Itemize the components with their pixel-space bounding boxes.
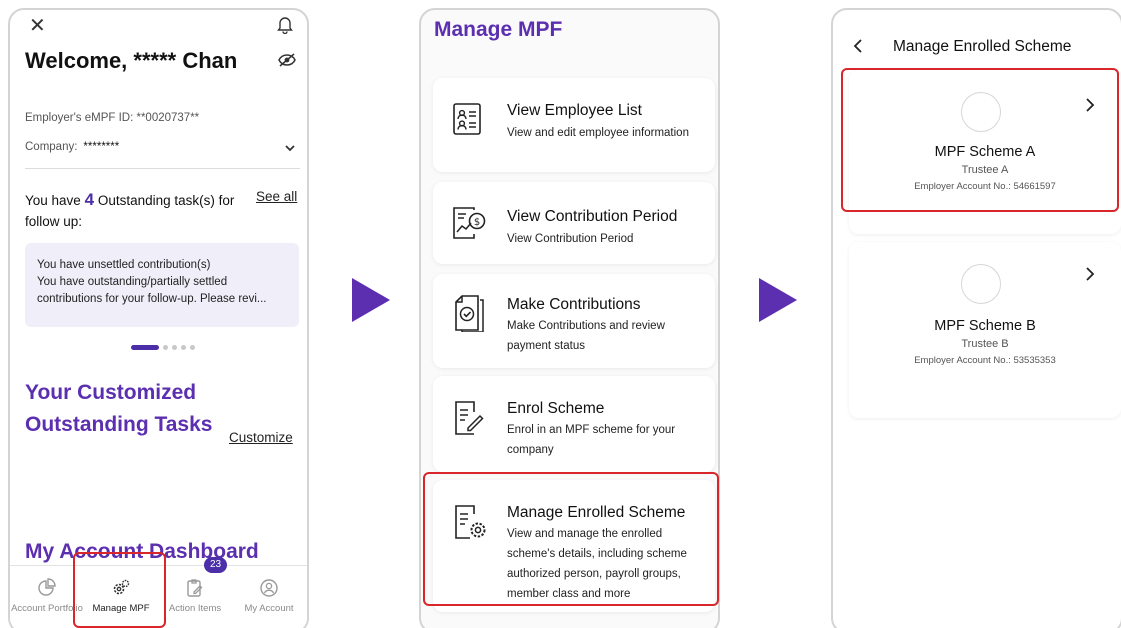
scheme-account-number: Employer Account No.: 53535353 [914,355,1056,366]
tab-label: Action Items [168,603,222,614]
enrol-scheme-icon [450,398,488,443]
pie-chart-icon [38,578,56,596]
carousel-dot[interactable] [181,345,186,351]
bell-icon[interactable] [276,14,294,39]
see-all-link[interactable]: See all [256,189,297,204]
highlight-box [423,472,719,606]
menu-item-title: View Contribution Period [507,208,678,225]
chevron-right-icon [1085,266,1095,287]
customize-link[interactable]: Customize [229,430,293,445]
scheme-logo-placeholder [961,264,1001,304]
menu-item-make-contributions[interactable]: Make Contributions Make Contributions an… [433,274,715,368]
menu-item-desc: Enrol in an MPF scheme for your company [507,424,676,456]
task-notice-card[interactable]: You have unsettled contribution(s) You h… [25,243,299,327]
page-title: Manage Enrolled Scheme [893,38,1072,55]
tab-label: My Account [244,603,294,614]
menu-item-title: View Employee List [507,102,642,119]
page-title: Manage MPF [434,18,563,41]
user-circle-icon [260,579,278,597]
tab-my-account[interactable]: My Account [232,566,306,628]
company-value: ******** [83,141,120,153]
scheme-name: MPF Scheme B [934,318,1036,334]
carousel-dot[interactable] [190,345,195,351]
welcome-heading: Welcome, ***** Chan [25,48,238,73]
flow-arrow-icon [759,278,797,322]
scheme-card[interactable]: MPF Scheme B Trustee B Employer Account … [849,242,1121,418]
company-select[interactable]: Company: ******** [25,141,300,169]
customized-tasks-title: Your Customized Outstanding Tasks [25,381,213,436]
company-label: Company: [25,141,78,153]
menu-item-view-contribution-period[interactable]: $ View Contribution Period View Contribu… [433,182,715,264]
flow-arrow-icon [352,278,390,322]
menu-item-title: Enrol Scheme [507,400,605,417]
back-chevron-icon[interactable] [852,37,864,60]
employee-list-icon [450,101,486,142]
svg-text:$: $ [474,217,480,228]
carousel-dot[interactable] [163,345,168,351]
carousel-dot-active[interactable] [131,345,159,351]
menu-item-enrol-scheme[interactable]: Enrol Scheme Enrol in an MPF scheme for … [433,376,715,472]
notice-line: You have unsettled contribution(s) [37,259,211,271]
action-items-badge: 23 [204,557,227,573]
employer-id: Employer's eMPF ID: **0020737** [25,112,200,124]
close-icon[interactable]: ✕ [29,16,46,36]
menu-item-view-employee-list[interactable]: View Employee List View and edit employe… [433,78,715,172]
highlight-box [841,68,1119,212]
scheme-trustee: Trustee B [961,338,1009,350]
menu-item-desc: View and edit employee information [507,127,689,139]
notice-line: contributions for your follow-up. Please… [37,293,267,305]
menu-item-desc: View Contribution Period [507,233,634,245]
clipboard-edit-icon [187,579,203,597]
notice-line: You have outstanding/partially settled [37,276,228,288]
contribution-period-icon: $ [450,204,488,247]
tasks-count: 4 [84,190,95,209]
carousel-dots[interactable] [131,339,199,357]
menu-item-desc: Make Contributions and review payment st… [507,320,665,352]
menu-item-title: Make Contributions [507,296,641,313]
tab-action-items[interactable]: Action Items [158,566,232,628]
highlight-box [73,552,166,628]
make-contribution-icon [450,292,488,337]
chevron-down-icon [284,143,296,155]
tasks-prefix: You have [25,193,81,208]
outstanding-tasks-summary: You have 4 Outstanding task(s) for follo… [25,189,240,232]
home-screen: ✕ Welcome, ***** Chan Employer's eMPF ID… [8,8,309,628]
carousel-dot[interactable] [172,345,177,351]
hide-eye-icon[interactable] [278,53,296,72]
